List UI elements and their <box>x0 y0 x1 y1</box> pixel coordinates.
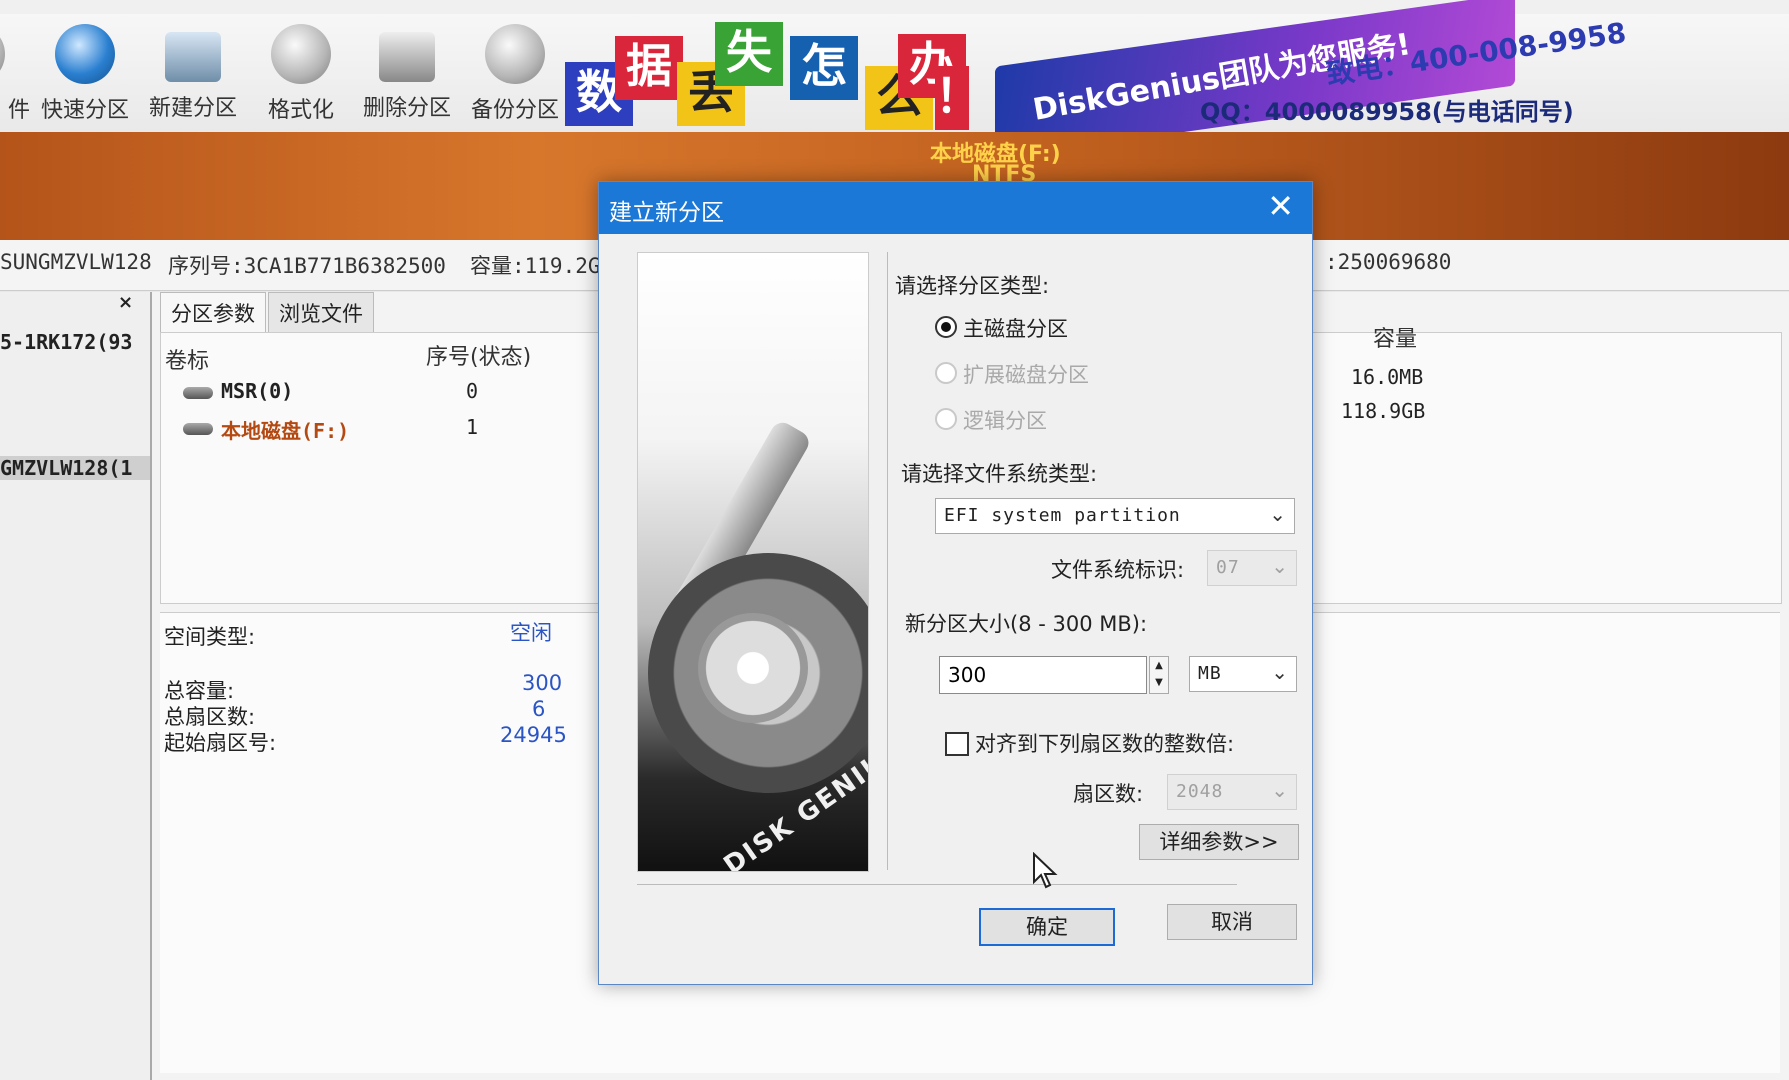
dialog-button-separator <box>637 884 1237 885</box>
chevron-down-icon: ⌄ <box>1269 502 1286 526</box>
align-label[interactable]: 对齐到下列扇区数的整数倍: <box>975 728 1234 758</box>
format-icon <box>271 24 331 84</box>
radio-primary[interactable] <box>935 316 957 338</box>
chevron-down-icon: ⌄ <box>1271 778 1288 802</box>
new-partition-icon <box>165 32 221 82</box>
hdd-hub <box>698 613 808 723</box>
sector-label: 扇区数: <box>1073 782 1144 806</box>
new-partition-dialog: 建立新分区 ✕ DISK GENIUS 请选择分区类型: 主磁盘分区 扩展磁盘分… <box>598 181 1313 985</box>
radio-primary-label[interactable]: 主磁盘分区 <box>963 313 1068 343</box>
partition-type-label: 请选择分区类型: <box>895 274 1050 298</box>
fs-id-value: 07 <box>1216 557 1240 578</box>
quick-partition-button[interactable]: 快速分区 <box>30 24 140 124</box>
ok-button[interactable]: 确定 <box>979 908 1115 946</box>
delete-partition-button[interactable]: 删除分区 <box>352 24 462 122</box>
sector-value: 2048 <box>1176 781 1224 802</box>
delete-partition-icon <box>379 32 435 82</box>
chevron-down-icon: ⌄ <box>1271 554 1288 578</box>
toolbar-file[interactable]: 件 <box>0 24 30 124</box>
mouse-cursor-icon <box>1033 852 1058 889</box>
toolbar-label: 快速分区 <box>40 98 129 123</box>
space-type-value: 空闲 <box>510 621 552 645</box>
radio-extended-label[interactable]: 扩展磁盘分区 <box>963 359 1089 389</box>
diskgenius-hdd-image: DISK GENIUS <box>637 252 869 872</box>
fs-id-select[interactable]: 07 ⌄ <box>1207 550 1297 586</box>
size-label: 新分区大小(8 - 300 MB): <box>905 612 1148 636</box>
row-capacity: 16.0MB <box>1351 365 1424 389</box>
tab-partition-params[interactable]: 分区参数 <box>160 292 266 333</box>
fs-id-label: 文件系统标识: <box>1051 558 1185 582</box>
quick-partition-icon <box>55 24 115 84</box>
toolbar-label: 新建分区 <box>148 96 237 121</box>
banner-char: ！ <box>935 66 981 130</box>
size-input-field[interactable] <box>940 657 1146 693</box>
backup-partition-icon <box>485 24 545 84</box>
column-header-label: 卷标 <box>165 349 210 374</box>
align-checkbox[interactable] <box>945 732 969 756</box>
fs-type-label: 请选择文件系统类型: <box>901 462 1098 486</box>
toolbar-label: 删除分区 <box>362 96 451 121</box>
backup-partition-button[interactable]: 备份分区 <box>460 24 570 124</box>
row-label: 本地磁盘(F:) <box>221 419 350 443</box>
size-unit-value: MB <box>1198 663 1222 684</box>
tree-item-disk[interactable]: 5-1RK172(93 <box>0 330 132 354</box>
drive-icon <box>183 423 213 435</box>
banner-char: 失 <box>715 22 783 86</box>
disk-model: SUNGMZVLW128 <box>0 250 152 274</box>
radio-dot <box>941 322 951 332</box>
total-sectors-value: 6 <box>532 697 546 721</box>
toolbar-label: 格式化 <box>267 98 334 123</box>
sector-select[interactable]: 2048 ⌄ <box>1167 774 1297 810</box>
file-icon <box>0 24 5 84</box>
disk-capacity: 容量:119.2G <box>470 254 601 278</box>
radio-extended[interactable] <box>935 362 957 384</box>
row-index: 0 <box>466 379 479 403</box>
dialog-divider <box>887 252 888 870</box>
drive-icon <box>183 387 213 399</box>
size-unit-select[interactable]: MB ⌄ <box>1189 656 1297 692</box>
advanced-params-button[interactable]: 详细参数>> <box>1139 824 1299 860</box>
tab-bar: 分区参数 浏览文件 <box>160 292 376 333</box>
radio-logical-label[interactable]: 逻辑分区 <box>963 405 1047 435</box>
size-input[interactable] <box>939 656 1147 694</box>
tree-item-disk-selected[interactable]: GMZVLW128(1 <box>0 456 150 480</box>
fs-type-value: EFI system partition <box>944 505 1181 526</box>
banner-char: 怎 <box>790 36 858 100</box>
start-sector-value: 24945 <box>500 723 567 747</box>
disk-tree-panel: × 5-1RK172(93 GMZVLW128(1 <box>0 292 152 1080</box>
toolbar: 件 快速分区 新建分区 格式化 删除分区 备份分区 数 据 丢 失 怎 么 办 … <box>0 0 1789 159</box>
size-stepper[interactable]: ▲ ▼ <box>1149 656 1169 694</box>
format-button[interactable]: 格式化 <box>246 24 356 124</box>
ad-banner[interactable]: 数 据 丢 失 怎 么 办 ！ DiskGenius团队为您服务! 致电：400… <box>565 0 1628 159</box>
close-icon[interactable]: ✕ <box>1267 188 1294 224</box>
total-capacity-value: 300 <box>522 671 563 695</box>
column-header-index: 序号(状态) <box>426 345 532 370</box>
tab-browse-files[interactable]: 浏览文件 <box>268 292 374 333</box>
new-partition-button[interactable]: 新建分区 <box>138 24 248 122</box>
chevron-down-icon: ⌄ <box>1271 660 1288 684</box>
dialog-title: 建立新分区 <box>609 200 724 226</box>
banner-char: 据 <box>615 36 683 100</box>
column-header-capacity: 容量 <box>1373 327 1418 352</box>
disk-sectors: :250069680 <box>1325 250 1452 274</box>
row-capacity: 118.9GB <box>1341 399 1426 423</box>
menu-bar <box>0 0 1789 14</box>
row-label: MSR(0) <box>221 379 294 403</box>
disk-serial: 序列号:3CA1B771B6382500 <box>168 254 446 278</box>
start-sector-label: 起始扇区号: <box>164 731 277 755</box>
toolbar-label: 件 <box>7 98 30 123</box>
row-index: 1 <box>466 415 479 439</box>
cancel-button[interactable]: 取消 <box>1167 904 1297 940</box>
banner-qq: QQ：4000089958(与电话同号) <box>1200 98 1574 126</box>
fs-type-select[interactable]: EFI system partition ⌄ <box>935 498 1295 534</box>
space-type-label: 空间类型: <box>164 625 256 649</box>
radio-logical[interactable] <box>935 408 957 430</box>
toolbar-label: 备份分区 <box>470 98 559 123</box>
dialog-titlebar[interactable]: 建立新分区 ✕ <box>599 182 1312 234</box>
close-icon[interactable]: × <box>118 292 133 313</box>
